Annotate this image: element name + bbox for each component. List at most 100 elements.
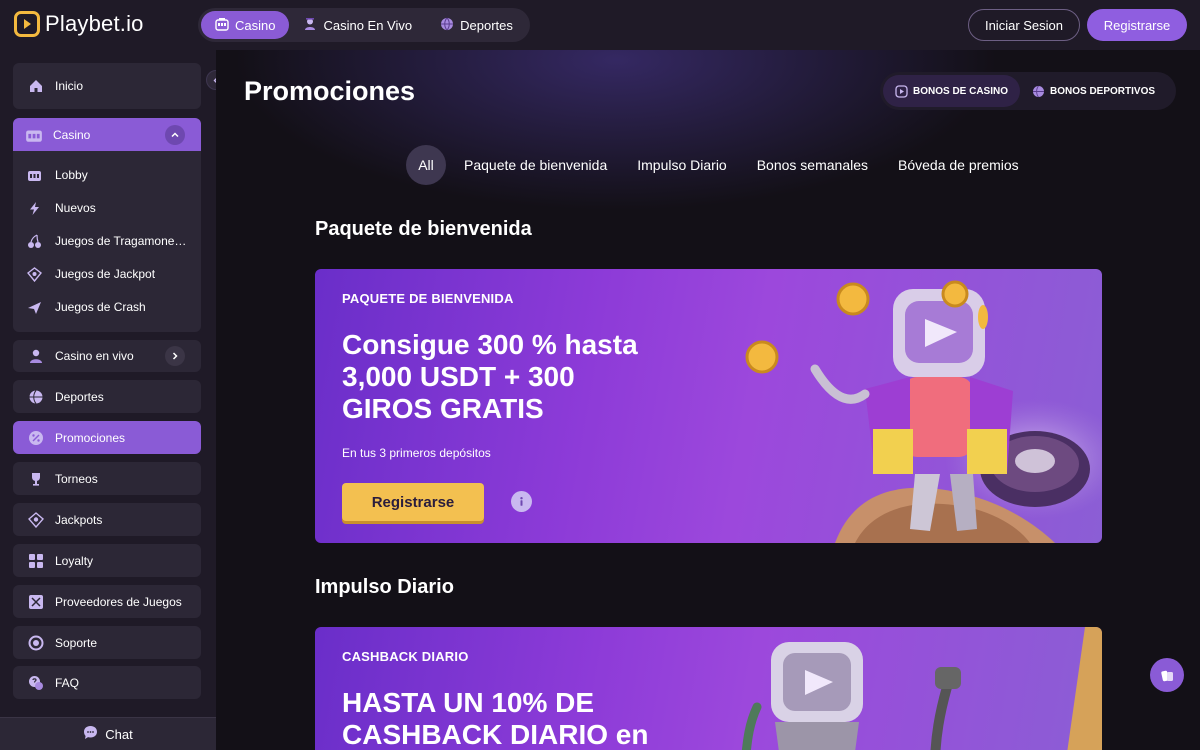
- slot-machine-icon: [26, 167, 42, 183]
- sidebar-item-faq[interactable]: FAQ: [13, 666, 201, 699]
- sidebar-item-label: Juegos de Tragamone…: [55, 234, 187, 248]
- casino-group: Casino Lobby Nuevos Juegos de Tragamone……: [13, 118, 201, 332]
- promo-subtext: En tus 3 primeros depósitos: [342, 446, 491, 460]
- promo-card-welcome: PAQUETE DE BIENVENIDA Consigue 300 % has…: [315, 269, 1102, 543]
- chat-button[interactable]: Chat: [0, 717, 216, 750]
- promo-headline: Consigue 300 % hasta 3,000 USDT + 300 GI…: [342, 329, 638, 424]
- sidebar-item-promociones[interactable]: Promociones: [13, 421, 201, 454]
- sidebar-item-casino[interactable]: Casino: [13, 118, 201, 151]
- sidebar: Inicio Casino Lobby Nuevos Juegos de Tra…: [0, 50, 216, 750]
- sidebar-item-lobby[interactable]: Lobby: [13, 160, 201, 190]
- sidebar-item-tragamonedas[interactable]: Juegos de Tragamone…: [13, 226, 201, 256]
- filter-bonos-semanales[interactable]: Bonos semanales: [742, 145, 883, 185]
- sidebar-item-label: Juegos de Crash: [55, 300, 146, 314]
- chevron-up-icon[interactable]: [165, 125, 185, 145]
- logo[interactable]: Playbet.io: [14, 11, 144, 37]
- sidebar-item-label: Proveedores de Juegos: [55, 594, 182, 609]
- promo-tag: CASHBACK DIARIO: [342, 649, 469, 664]
- login-button[interactable]: Iniciar Sesion: [968, 9, 1080, 41]
- chips-icon: [1160, 668, 1175, 683]
- sidebar-item-label: Casino: [53, 127, 91, 142]
- info-icon[interactable]: [511, 491, 532, 512]
- top-header: Playbet.io Casino Casino En Vivo Deporte…: [0, 0, 1200, 50]
- home-icon: [27, 77, 45, 95]
- cashback-illustration: [741, 627, 1102, 750]
- sidebar-item-proveedores[interactable]: Proveedores de Juegos: [13, 585, 201, 618]
- sidebar-item-label: Loyalty: [55, 553, 94, 568]
- ball-icon: [27, 388, 45, 406]
- sidebar-item-label: Inicio: [55, 79, 84, 93]
- logo-play-icon: [14, 11, 40, 37]
- sidebar-item-label: FAQ: [55, 675, 80, 690]
- jackpot-icon: [27, 511, 45, 529]
- chat-label: Chat: [105, 726, 133, 742]
- sidebar-item-casino-en-vivo[interactable]: Casino en vivo: [13, 340, 201, 372]
- sidebar-item-label: Lobby: [55, 168, 88, 182]
- chevron-right-icon[interactable]: [165, 346, 185, 366]
- dealer-icon: [27, 347, 45, 365]
- sidebar-item-label: Deportes: [55, 389, 104, 404]
- sidebar-item-label: Torneos: [55, 471, 98, 486]
- slot-machine-icon: [215, 17, 229, 34]
- slot-machine-icon: [25, 126, 43, 144]
- promo-tag: PAQUETE DE BIENVENIDA: [342, 291, 514, 306]
- sidebar-item-jackpot-games[interactable]: Juegos de Jackpot: [13, 259, 201, 289]
- promo-register-button[interactable]: Registrarse: [342, 483, 484, 521]
- page-title: Promociones: [244, 76, 416, 106]
- ball-icon: [440, 17, 454, 34]
- sidebar-item-label: Juegos de Jackpot: [55, 267, 156, 281]
- sidebar-item-jackpots[interactable]: Jackpots: [13, 503, 201, 536]
- sidebar-item-label: Jackpots: [55, 512, 103, 527]
- percent-badge-icon: [27, 429, 45, 447]
- ball-icon: [1032, 85, 1045, 98]
- tab-bonos-casino[interactable]: BONOS DE CASINO: [883, 75, 1021, 107]
- filter-impulso-diario[interactable]: Impulso Diario: [622, 145, 741, 185]
- promo-filters: All Paquete de bienvenida Impulso Diario…: [406, 145, 1034, 185]
- jackpot-icon: [26, 266, 42, 282]
- main-content: Promociones BONOS DE CASINO BONOS DEPORT…: [216, 50, 1200, 750]
- filter-boveda-premios[interactable]: Bóveda de premios: [883, 145, 1034, 185]
- floating-action-button[interactable]: [1150, 658, 1184, 692]
- sidebar-item-soporte[interactable]: Soporte: [13, 626, 201, 659]
- tab-bonos-casino-label: BONOS DE CASINO: [913, 85, 1009, 97]
- sidebar-item-label: Promociones: [55, 430, 126, 445]
- bonus-type-toggle: BONOS DE CASINO BONOS DEPORTIVOS: [880, 72, 1176, 110]
- sidebar-item-inicio[interactable]: Inicio: [13, 63, 201, 109]
- chat-bubble-icon: [83, 725, 98, 743]
- promo-headline: HASTA UN 10% DE CASHBACK DIARIO en: [342, 687, 649, 750]
- grid-icon: [27, 552, 45, 570]
- tab-bonos-deportivos-label: BONOS DEPORTIVOS: [1050, 85, 1156, 97]
- tab-deportes-label: Deportes: [460, 17, 513, 33]
- tab-casino-en-vivo[interactable]: Casino En Vivo: [289, 11, 426, 39]
- faq-icon: [27, 674, 45, 692]
- providers-icon: [27, 593, 45, 611]
- section-title-daily: Impulso Diario: [315, 576, 454, 598]
- sidebar-item-nuevos[interactable]: Nuevos: [13, 193, 201, 223]
- promo-card-daily-cashback: CASHBACK DIARIO HASTA UN 10% DE CASHBACK…: [315, 627, 1102, 750]
- mascot-illustration: [745, 280, 1102, 543]
- tab-deportes[interactable]: Deportes: [426, 11, 527, 39]
- dealer-icon: [303, 17, 317, 34]
- tab-casino-label: Casino: [235, 17, 276, 33]
- sidebar-item-label: Casino en vivo: [55, 349, 134, 363]
- filter-all[interactable]: All: [406, 145, 446, 185]
- tab-casino-en-vivo-label: Casino En Vivo: [323, 17, 413, 33]
- sidebar-item-label: Nuevos: [55, 201, 96, 215]
- play-circle-icon: [895, 84, 908, 98]
- lightning-icon: [26, 200, 42, 216]
- register-button[interactable]: Registrarse: [1087, 9, 1187, 41]
- sidebar-item-torneos[interactable]: Torneos: [13, 462, 201, 495]
- filter-paquete-bienvenida[interactable]: Paquete de bienvenida: [449, 145, 622, 185]
- tab-casino[interactable]: Casino: [201, 11, 290, 39]
- section-title-welcome: Paquete de bienvenida: [315, 218, 532, 240]
- trophy-icon: [27, 470, 45, 488]
- cherries-icon: [26, 233, 42, 249]
- tab-bonos-deportivos[interactable]: BONOS DEPORTIVOS: [1020, 75, 1167, 107]
- top-nav: Casino Casino En Vivo Deportes: [198, 8, 530, 42]
- sidebar-item-loyalty[interactable]: Loyalty: [13, 544, 201, 577]
- support-icon: [27, 634, 45, 652]
- sidebar-item-deportes[interactable]: Deportes: [13, 380, 201, 413]
- sidebar-item-label: Soporte: [55, 635, 98, 650]
- sidebar-item-crash-games[interactable]: Juegos de Crash: [13, 292, 201, 322]
- plane-icon: [26, 299, 42, 315]
